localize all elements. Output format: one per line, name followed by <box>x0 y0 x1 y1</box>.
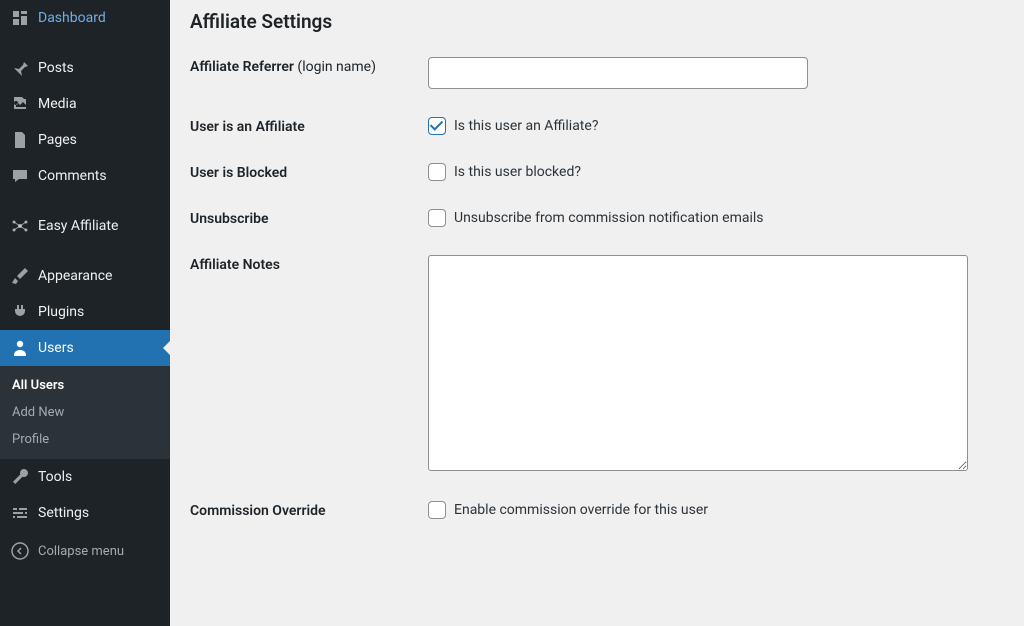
row-unsubscribe: Unsubscribe Unsubscribe from commission … <box>190 209 1004 227</box>
sidebar-item-label: Comments <box>38 168 107 184</box>
dashboard-icon <box>10 8 30 28</box>
wrench-icon <box>10 467 30 487</box>
label-is-blocked: User is Blocked <box>190 163 428 181</box>
pin-icon <box>10 58 30 78</box>
affiliate-icon <box>10 216 30 236</box>
is-blocked-checkbox[interactable] <box>428 163 446 181</box>
commission-override-checkbox-label[interactable]: Enable commission override for this user <box>454 502 708 518</box>
sidebar-item-label: Posts <box>38 60 74 76</box>
unsubscribe-checkbox[interactable] <box>428 209 446 227</box>
sidebar-submenu-users: All Users Add New Profile <box>0 366 170 459</box>
sidebar-item-label: Settings <box>38 505 89 521</box>
affiliate-notes-textarea[interactable] <box>428 255 968 471</box>
collapse-label: Collapse menu <box>38 544 124 559</box>
comment-icon <box>10 166 30 186</box>
sidebar-item-settings[interactable]: Settings <box>0 495 170 531</box>
sidebar-item-dashboard[interactable]: Dashboard <box>0 0 170 36</box>
user-icon <box>10 338 30 358</box>
label-unsubscribe: Unsubscribe <box>190 209 428 227</box>
sidebar-item-label: Dashboard <box>38 10 106 26</box>
sidebar-item-label: Pages <box>38 132 77 148</box>
admin-sidebar: Dashboard Posts Media Pages Comments Eas… <box>0 0 170 626</box>
page-title: Affiliate Settings <box>190 10 1004 33</box>
submenu-all-users[interactable]: All Users <box>0 372 170 399</box>
row-commission-override: Commission Override Enable commission ov… <box>190 501 1004 519</box>
row-affiliate-referrer: Affiliate Referrer (login name) <box>190 57 1004 89</box>
row-is-affiliate: User is an Affiliate Is this user an Aff… <box>190 117 1004 135</box>
label-affiliate-referrer: Affiliate Referrer (login name) <box>190 57 428 75</box>
sidebar-item-label: Easy Affiliate <box>38 218 118 234</box>
sidebar-item-plugins[interactable]: Plugins <box>0 294 170 330</box>
sliders-icon <box>10 503 30 523</box>
sidebar-item-appearance[interactable]: Appearance <box>0 258 170 294</box>
submenu-profile[interactable]: Profile <box>0 426 170 453</box>
sidebar-item-comments[interactable]: Comments <box>0 158 170 194</box>
submenu-add-new[interactable]: Add New <box>0 399 170 426</box>
sidebar-item-label: Plugins <box>38 304 84 320</box>
sidebar-item-label: Appearance <box>38 268 112 284</box>
affiliate-referrer-input[interactable] <box>428 57 808 89</box>
unsubscribe-checkbox-label[interactable]: Unsubscribe from commission notification… <box>454 210 764 226</box>
label-is-affiliate: User is an Affiliate <box>190 117 428 135</box>
media-icon <box>10 94 30 114</box>
is-affiliate-checkbox[interactable] <box>428 117 446 135</box>
label-commission-override: Commission Override <box>190 501 428 519</box>
sidebar-item-tools[interactable]: Tools <box>0 459 170 495</box>
brush-icon <box>10 266 30 286</box>
sidebar-item-media[interactable]: Media <box>0 86 170 122</box>
main-content: Affiliate Settings Affiliate Referrer (l… <box>170 0 1024 626</box>
sidebar-item-users[interactable]: Users <box>0 330 170 366</box>
sidebar-item-label: Users <box>38 340 74 356</box>
row-is-blocked: User is Blocked Is this user blocked? <box>190 163 1004 181</box>
commission-override-checkbox[interactable] <box>428 501 446 519</box>
collapse-icon <box>10 541 30 561</box>
sidebar-item-easy-affiliate[interactable]: Easy Affiliate <box>0 208 170 244</box>
sidebar-item-posts[interactable]: Posts <box>0 50 170 86</box>
pages-icon <box>10 130 30 150</box>
sidebar-item-pages[interactable]: Pages <box>0 122 170 158</box>
sidebar-item-label: Tools <box>38 469 72 485</box>
sidebar-item-label: Media <box>38 96 77 112</box>
plug-icon <box>10 302 30 322</box>
collapse-menu[interactable]: Collapse menu <box>0 531 170 571</box>
row-affiliate-notes: Affiliate Notes <box>190 255 1004 471</box>
is-affiliate-checkbox-label[interactable]: Is this user an Affiliate? <box>454 118 598 134</box>
is-blocked-checkbox-label[interactable]: Is this user blocked? <box>454 164 581 180</box>
label-affiliate-notes: Affiliate Notes <box>190 255 428 273</box>
